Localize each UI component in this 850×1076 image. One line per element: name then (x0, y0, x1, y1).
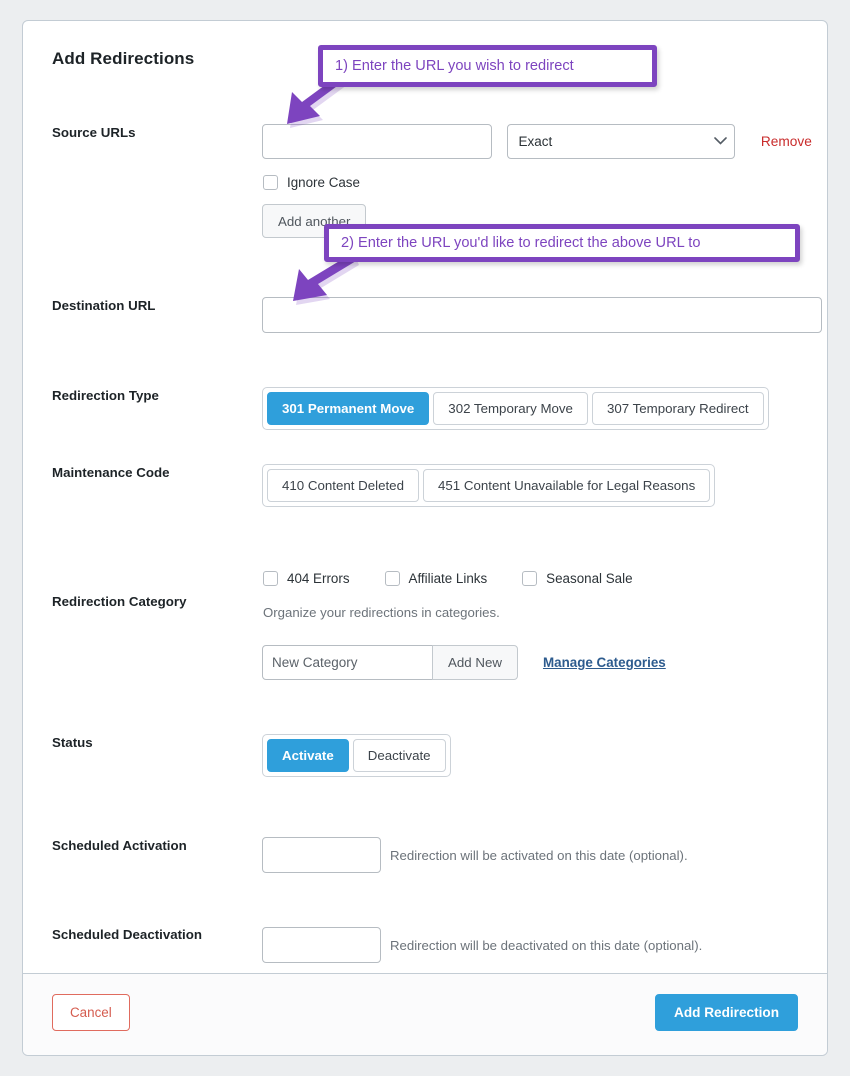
redirection-type-option-302[interactable]: 302 Temporary Move (433, 392, 588, 425)
page-title: Add Redirections (52, 49, 195, 68)
new-category-row: Add New Manage Categories (262, 645, 666, 680)
add-new-category-button[interactable]: Add New (432, 645, 518, 680)
label-redirection-type: Redirection Type (52, 388, 159, 403)
redirection-type-option-301[interactable]: 301 Permanent Move (267, 392, 430, 425)
checkbox-404-errors-label: 404 Errors (287, 571, 350, 586)
status-option-activate[interactable]: Activate (267, 739, 349, 772)
remove-source-url-link[interactable]: Remove (761, 134, 812, 149)
new-category-input[interactable] (262, 645, 433, 680)
form-body: Add Redirections Source URLs Exact Remov… (23, 21, 827, 974)
maintenance-code-segmented: 410 Content Deleted 451 Content Unavaila… (262, 464, 716, 507)
maintenance-code-group: 410 Content Deleted 451 Content Unavaila… (262, 464, 716, 507)
annotation-callout-1-text: 1) Enter the URL you wish to redirect (335, 58, 574, 74)
scheduled-deactivation-help: Redirection will be deactivated on this … (390, 937, 703, 953)
checkbox-seasonal-sale[interactable] (522, 571, 538, 586)
checkbox-affiliate-links[interactable] (384, 571, 400, 586)
label-redirection-category: Redirection Category (52, 594, 187, 609)
annotation-callout-2: 2) Enter the URL you'd like to redirect … (324, 224, 800, 262)
scheduled-activation-help: Redirection will be activated on this da… (390, 847, 688, 863)
cancel-button[interactable]: Cancel (52, 994, 130, 1031)
match-type-select-wrap: Exact (507, 124, 736, 159)
label-source-urls: Source URLs (52, 125, 136, 140)
category-checkbox-row: 404 Errors Affiliate Links Seasonal Sale (263, 571, 633, 586)
ignore-case-label: Ignore Case (287, 175, 360, 190)
redirection-type-option-307[interactable]: 307 Temporary Redirect (591, 392, 764, 425)
maintenance-code-option-410[interactable]: 410 Content Deleted (267, 469, 419, 502)
annotation-callout-1: 1) Enter the URL you wish to redirect (318, 45, 657, 87)
checkbox-seasonal-sale-label: Seasonal Sale (546, 571, 633, 586)
checkbox-404-errors[interactable] (263, 571, 278, 586)
screenshot-root: Add Redirections Source URLs Exact Remov… (0, 0, 850, 1076)
redirection-type-group: 301 Permanent Move 302 Temporary Move 30… (262, 387, 769, 430)
label-maintenance-code: Maintenance Code (52, 465, 170, 480)
scheduled-deactivation-input[interactable] (262, 927, 381, 963)
scheduled-activation-input[interactable] (262, 837, 381, 873)
redirection-type-segmented: 301 Permanent Move 302 Temporary Move 30… (262, 387, 769, 430)
category-checkbox-affiliate[interactable]: Affiliate Links (384, 571, 488, 586)
category-checkbox-404[interactable]: 404 Errors (263, 571, 350, 586)
category-help-text: Organize your redirections in categories… (263, 605, 500, 620)
add-redirection-button[interactable]: Add Redirection (655, 994, 798, 1031)
add-redirections-card: Add Redirections Source URLs Exact Remov… (22, 20, 828, 1056)
ignore-case-checkbox[interactable] (263, 175, 278, 190)
label-destination-url: Destination URL (52, 298, 156, 313)
status-group: Activate Deactivate (262, 734, 451, 777)
scheduled-activation-wrap: Redirection will be activated on this da… (262, 837, 688, 873)
status-option-deactivate[interactable]: Deactivate (352, 739, 446, 772)
maintenance-code-option-451[interactable]: 451 Content Unavailable for Legal Reason… (422, 469, 711, 502)
label-status: Status (52, 735, 93, 750)
ignore-case-row[interactable]: Ignore Case (263, 175, 360, 190)
category-checkbox-seasonal[interactable]: Seasonal Sale (522, 571, 633, 586)
label-scheduled-deactivation: Scheduled Deactivation (52, 927, 202, 942)
status-segmented: Activate Deactivate (262, 734, 451, 777)
label-scheduled-activation: Scheduled Activation (52, 838, 187, 853)
scheduled-deactivation-wrap: Redirection will be deactivated on this … (262, 927, 702, 963)
manage-categories-link[interactable]: Manage Categories (543, 655, 666, 670)
match-type-select[interactable]: Exact (507, 124, 736, 159)
card-footer: Cancel Add Redirection (23, 973, 827, 1055)
checkbox-affiliate-links-label: Affiliate Links (408, 571, 488, 586)
annotation-callout-2-text: 2) Enter the URL you'd like to redirect … (341, 235, 701, 251)
